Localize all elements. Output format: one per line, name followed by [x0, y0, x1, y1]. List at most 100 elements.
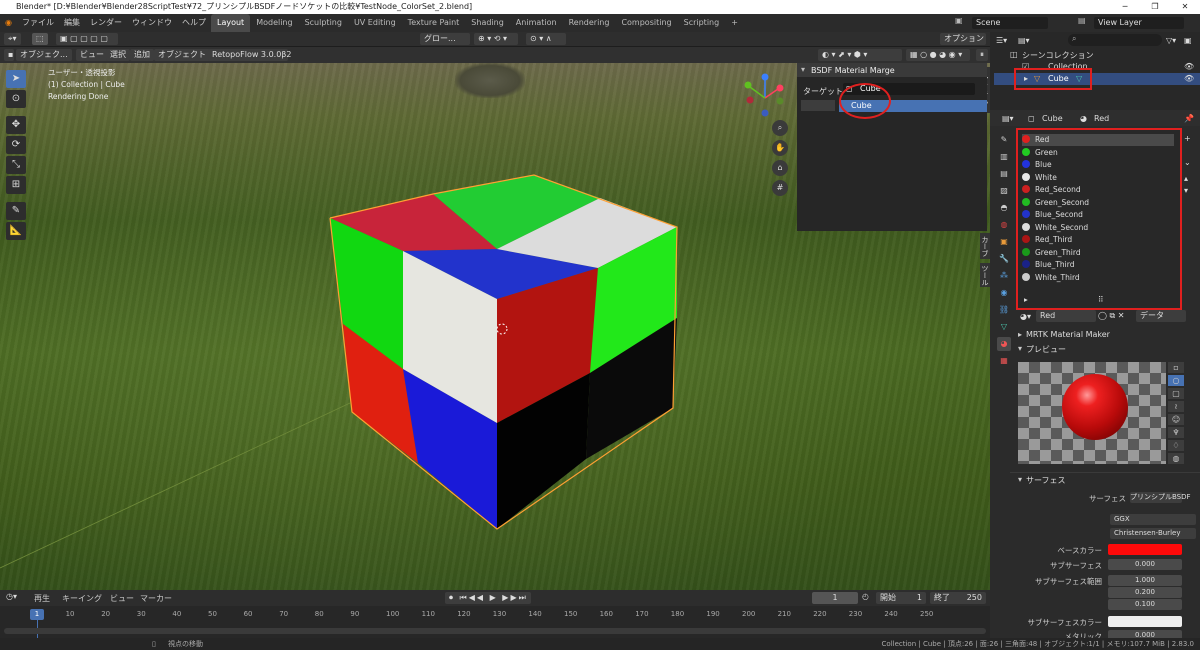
operator-button[interactable]: [801, 100, 835, 111]
pan-hand-icon[interactable]: ✋: [772, 140, 788, 156]
object-visibility-icon[interactable]: 👁: [1184, 74, 1194, 83]
material-slot-red-second[interactable]: Red_Second: [1022, 184, 1174, 196]
menu-add[interactable]: 追加: [130, 49, 154, 61]
preview-fluid-icon[interactable]: ♢: [1168, 440, 1184, 451]
camera-icon[interactable]: ⌂: [772, 160, 788, 176]
tab-layout[interactable]: Layout: [210, 14, 251, 32]
slot-menu-icon[interactable]: ⌄: [1184, 158, 1191, 167]
clock-icon[interactable]: ◷▾: [6, 592, 17, 601]
material-browse-icon[interactable]: ◕▾: [1020, 312, 1031, 321]
material-slot-blue-third[interactable]: Blue_Third: [1022, 259, 1174, 271]
link-data-dropdown[interactable]: データ: [1136, 310, 1186, 322]
maximize-icon[interactable]: ❐: [1140, 0, 1170, 14]
menu-edit[interactable]: 編集: [59, 14, 85, 32]
subsurface-radius-z[interactable]: 0.100: [1108, 599, 1182, 610]
preview-arrow-icon[interactable]: ▾: [1018, 344, 1022, 353]
outliner-scene-collection[interactable]: シーンコレクション: [1022, 50, 1094, 61]
proportional-edit-icons[interactable]: ⊙ ▾ ∧: [526, 33, 566, 45]
menu-render[interactable]: レンダー: [85, 14, 127, 32]
tab-scripting[interactable]: Scripting: [678, 14, 726, 32]
scene-selector[interactable]: Scene: [972, 17, 1048, 29]
end-frame-field[interactable]: 終了 250: [930, 592, 986, 604]
distribution-dropdown[interactable]: GGX: [1110, 514, 1196, 525]
tab-compositing[interactable]: Compositing: [615, 14, 677, 32]
select-box-icon[interactable]: ⬚: [32, 33, 48, 45]
tab-sculpting[interactable]: Sculpting: [299, 14, 348, 32]
properties-editor-icon[interactable]: ▤▾: [1002, 114, 1014, 123]
select-cursor-icon[interactable]: ➤: [6, 70, 26, 88]
subsurface-radius-x[interactable]: 1.000: [1108, 575, 1182, 586]
retopoflow-menu[interactable]: RetopoFlow 3.0.0β2: [208, 49, 291, 61]
view-layer-tab-icon[interactable]: ▨: [997, 184, 1011, 198]
select-mode-icons[interactable]: ▣ ▢ ▢ ▢ ▢: [56, 33, 118, 45]
sidebar-tab-curve[interactable]: カーブ: [980, 233, 990, 259]
preview-type-buttons[interactable]: ▫ ○ ▢ ≀ ☺ ♆ ♢ ◍: [1168, 362, 1184, 464]
scene-tab-icon[interactable]: ◓: [997, 201, 1011, 215]
timeline-body[interactable]: 1102030405060708090100110120130140150160…: [0, 606, 990, 638]
preview-cube-icon[interactable]: ▢: [1168, 388, 1184, 399]
pivot-snap-icons[interactable]: ⊕ ▾ ⟲ ▾: [474, 33, 518, 45]
menu-object[interactable]: オブジェクト: [154, 49, 210, 61]
material-slot-blue-second[interactable]: Blue_Second: [1022, 209, 1174, 221]
menu-marker[interactable]: マーカー: [140, 593, 172, 604]
list-resize-grip-icon[interactable]: ⠿: [1098, 294, 1112, 306]
material-slot-red[interactable]: Red: [1022, 134, 1174, 146]
new-collection-icon[interactable]: ▣: [1184, 36, 1192, 45]
list-filter-arrow-icon[interactable]: ▸: [1024, 294, 1034, 306]
output-tab-icon[interactable]: ▤: [997, 167, 1011, 181]
mode-dropdown[interactable]: オブジェク...: [16, 49, 72, 61]
texture-tab-icon[interactable]: ▦: [997, 354, 1011, 368]
timeline-scrollbar[interactable]: [4, 628, 986, 634]
material-slot-green-second[interactable]: Green_Second: [1022, 197, 1174, 209]
minimize-icon[interactable]: ─: [1110, 0, 1140, 14]
sidebar-toggle-icon[interactable]: ⏸: [976, 49, 988, 61]
fake-user-icon[interactable]: ◯ ⧉ ✕: [1098, 311, 1124, 321]
close-icon[interactable]: ✕: [1170, 0, 1200, 14]
material-slot-white[interactable]: White: [1022, 172, 1174, 184]
preview-cloth-icon[interactable]: ♆: [1168, 427, 1184, 438]
material-slot-green[interactable]: Green: [1022, 147, 1174, 159]
subsurface-color-swatch[interactable]: [1108, 616, 1182, 627]
base-color-swatch[interactable]: [1108, 544, 1182, 555]
annotate-icon[interactable]: ✎: [6, 202, 26, 220]
subsurface-radius-y[interactable]: 0.200: [1108, 587, 1182, 598]
render-tab-icon[interactable]: ▥: [997, 150, 1011, 164]
preview-sphere-icon[interactable]: ○: [1168, 375, 1184, 386]
material-slot-red-third[interactable]: Red_Third: [1022, 234, 1174, 246]
menu-playback[interactable]: 再生: [34, 593, 50, 604]
modifier-tab-icon[interactable]: 🔧: [997, 252, 1011, 266]
overlay-gizmo-icons[interactable]: ◐ ▾ ⬈ ▾ ⬢ ▾: [818, 49, 902, 61]
surface-panel[interactable]: サーフェス: [1026, 475, 1066, 486]
add-slot-icon[interactable]: +: [1184, 134, 1191, 143]
move-icon[interactable]: ✥: [6, 116, 26, 134]
material-slot-white-second[interactable]: White_Second: [1022, 222, 1174, 234]
material-slot-blue[interactable]: Blue: [1022, 159, 1174, 171]
material-name-field[interactable]: Red: [1036, 310, 1096, 322]
editor-type-icon[interactable]: ⌖▾: [4, 33, 21, 45]
material-slot-white-third[interactable]: White_Third: [1022, 272, 1174, 284]
mrtk-material-maker-panel[interactable]: MRTK Material Maker: [1026, 330, 1110, 339]
physics-tab-icon[interactable]: ◉: [997, 286, 1011, 300]
outliner-filter-icon[interactable]: ▤▾: [1018, 36, 1030, 45]
menu-help[interactable]: ヘルプ: [177, 14, 211, 32]
preview-monkey-icon[interactable]: ☺: [1168, 414, 1184, 425]
tool-tab-icon[interactable]: ✎: [997, 133, 1011, 147]
preview-hair-icon[interactable]: ≀: [1168, 401, 1184, 412]
tab-modeling[interactable]: Modeling: [250, 14, 298, 32]
cursor-3d-icon[interactable]: ⊙: [6, 90, 26, 108]
object-tab-icon[interactable]: ▣: [997, 235, 1011, 249]
menu-view[interactable]: ビュー: [76, 49, 108, 61]
funnel-icon[interactable]: ▽▾: [1166, 36, 1176, 45]
tab-uv-editing[interactable]: UV Editing: [348, 14, 402, 32]
sidebar-tab-tool[interactable]: ツール: [980, 263, 990, 287]
slot-down-icon[interactable]: ▾: [1184, 186, 1188, 195]
current-frame-field[interactable]: 1: [812, 592, 858, 604]
grid-perspective-icon[interactable]: #: [772, 180, 788, 196]
menu-window[interactable]: ウィンドウ: [127, 14, 177, 32]
view-layer-selector[interactable]: View Layer: [1094, 17, 1184, 29]
material-tab-icon[interactable]: ◕: [997, 337, 1011, 351]
collection-visibility-icon[interactable]: 👁: [1184, 62, 1194, 71]
shading-mode-icons[interactable]: ▦ ○ ● ◕ ◉ ▾: [906, 49, 970, 61]
measure-icon[interactable]: 📐: [6, 222, 26, 240]
preview-panel[interactable]: プレビュー: [1026, 344, 1066, 355]
